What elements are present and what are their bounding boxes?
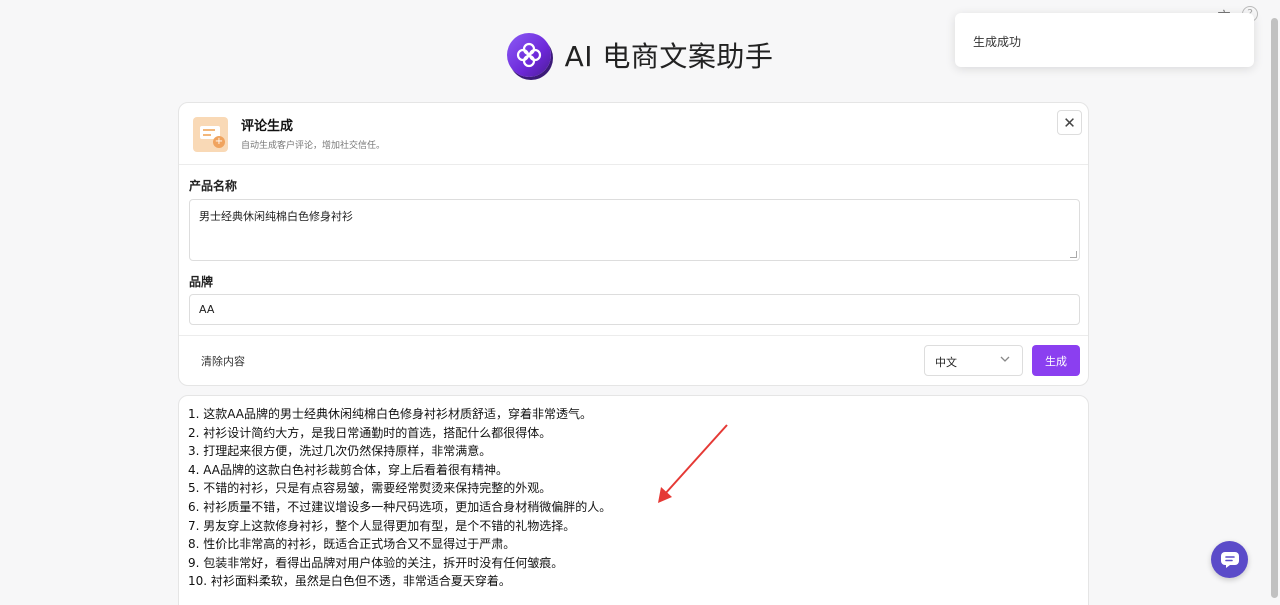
result-line: 6. 衬衫质量不错，不过建议增设多一种尺码选项，更加适合身材稍微偏胖的人。 [188,499,612,514]
review-generator-card: + 评论生成 自动生成客户评论，增加社交信任。 ✕ 产品名称 男士经典休闲纯棉白… [178,102,1089,386]
result-line: 2. 衬衫设计简约大方，是我日常通勤时的首选，搭配什么都很得体。 [188,425,552,440]
language-select[interactable]: 中文 [924,345,1023,376]
chevron-down-icon [1000,354,1010,367]
card-header: + 评论生成 自动生成客户评论，增加社交信任。 ✕ [179,103,1088,165]
brand-value: AA [199,303,215,316]
success-toast: 生成成功 [955,13,1254,67]
resize-handle-icon[interactable] [1070,251,1077,258]
product-name-label: 产品名称 [189,179,238,193]
tool-title: 评论生成 [241,119,294,134]
tool-description: 自动生成客户评论，增加社交信任。 [241,141,386,151]
result-output: 1. 这款AA品牌的男士经典休闲纯棉白色修身衬衫材质舒适，穿着非常透气。 2. … [178,395,1089,605]
annotation-arrow-icon [658,424,728,503]
chat-icon [1220,551,1239,568]
result-line: 5. 不错的衬衫，只是有点容易皱，需要经常熨烫来保持完整的外观。 [188,481,552,496]
chat-button[interactable] [1211,541,1248,578]
product-name-input[interactable]: 男士经典休闲纯棉白色修身衬衫 [189,199,1080,261]
brand-input[interactable]: AA [189,294,1080,325]
product-name-value: 男士经典休闲纯棉白色修身衬衫 [199,210,353,223]
clear-content-button[interactable]: 清除内容 [201,353,245,369]
brand-label: 品牌 [189,275,214,289]
result-line: 9. 包装非常好，看得出品牌对用户体验的关注，拆开时没有任何皱痕。 [188,555,564,570]
result-line: 7. 男友穿上这款修身衬衫，整个人显得更加有型，是个不错的礼物选择。 [188,518,576,533]
page-scrollbar[interactable] [1271,18,1278,598]
result-line: 8. 性价比非常高的衬衫，既适合正式场合又不显得过于严肃。 [188,537,516,552]
close-button[interactable]: ✕ [1057,110,1082,135]
result-line: 4. AA品牌的这款白色衬衫裁剪合体，穿上后看着很有精神。 [188,462,509,477]
comment-add-icon: + [193,117,228,152]
app-logo-icon [506,33,551,77]
close-icon: ✕ [1063,113,1076,132]
app-title: AI 电商文案助手 [564,40,774,73]
card-footer: 清除内容 中文 生成 [179,335,1088,385]
result-line: 1. 这款AA品牌的男士经典休闲纯棉白色修身衬衫材质舒适，穿着非常透气。 [188,407,593,421]
result-line: 10. 衬衫面料柔软，虽然是白色但不透，非常适合夏天穿着。 [188,574,511,589]
toast-message: 生成成功 [973,35,1022,49]
result-line: 3. 打理起来很方便，洗过几次仍然保持原样，非常满意。 [188,444,492,459]
language-value: 中文 [935,356,957,369]
generate-button[interactable]: 生成 [1032,345,1080,376]
